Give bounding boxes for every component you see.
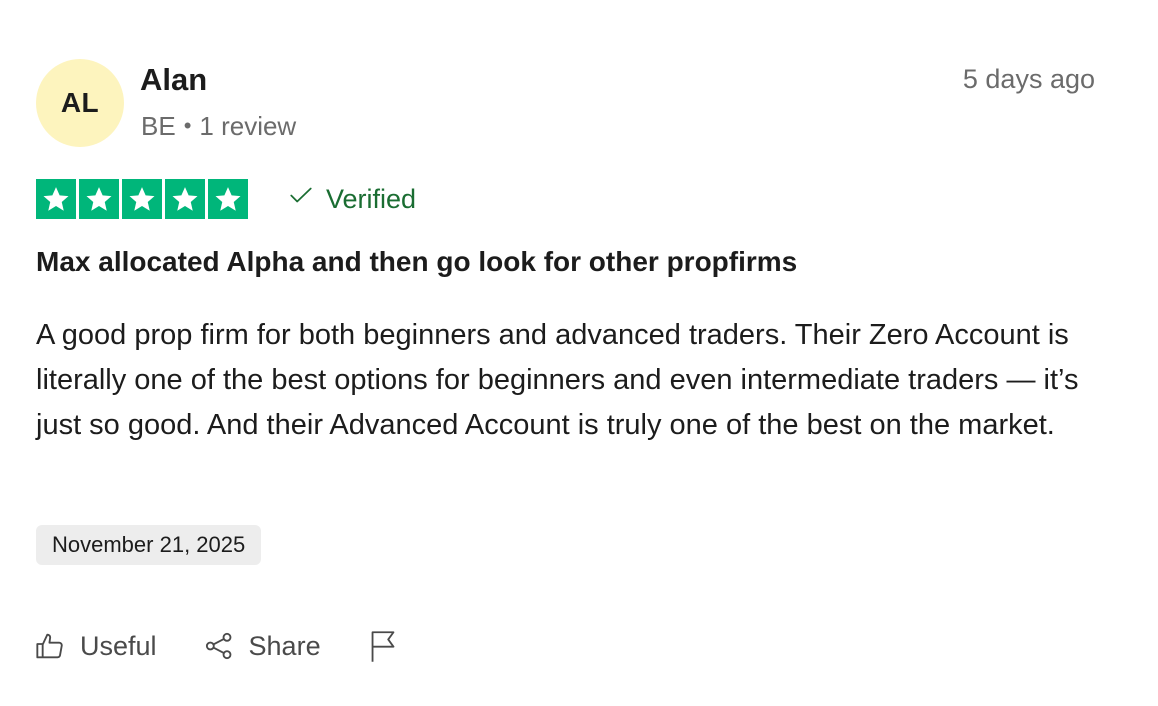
share-button[interactable]: Share [203,630,321,662]
reviewer-review-count: 1 review [199,111,297,141]
review-actions: Useful Share [34,622,445,670]
experience-date-badge: November 21, 2025 [36,525,262,565]
star-rating [36,179,248,219]
avatar[interactable]: AL [36,59,124,147]
review-body: A good prop firm for both beginners and … [36,319,1079,441]
verified-label: Verified [326,184,417,214]
reviewer-meta: BE • 1 review [141,108,296,144]
review-title[interactable]: Max allocated Alpha and then go look for… [36,242,1116,282]
review-card: AL Alan BE • 1 review 5 days ago Verifie… [0,0,1158,706]
check-icon [288,180,314,218]
star-icon [79,179,119,219]
meta-separator: • [183,113,192,138]
flag-icon [367,629,399,663]
reviewer-country: BE [141,111,176,141]
thumbs-up-icon [34,630,66,662]
star-icon [208,179,248,219]
verified-badge[interactable]: Verified [288,180,416,218]
share-label: Share [248,630,321,661]
useful-label: Useful [80,630,157,661]
star-icon [165,179,205,219]
reviewer-name[interactable]: Alan [140,60,207,100]
star-icon [36,179,76,219]
share-icon [203,630,235,662]
avatar-initials: AL [60,87,100,118]
review-relative-date: 5 days ago [962,64,1095,94]
useful-button[interactable]: Useful [34,630,157,662]
report-button[interactable] [367,629,399,663]
star-icon [122,179,162,219]
